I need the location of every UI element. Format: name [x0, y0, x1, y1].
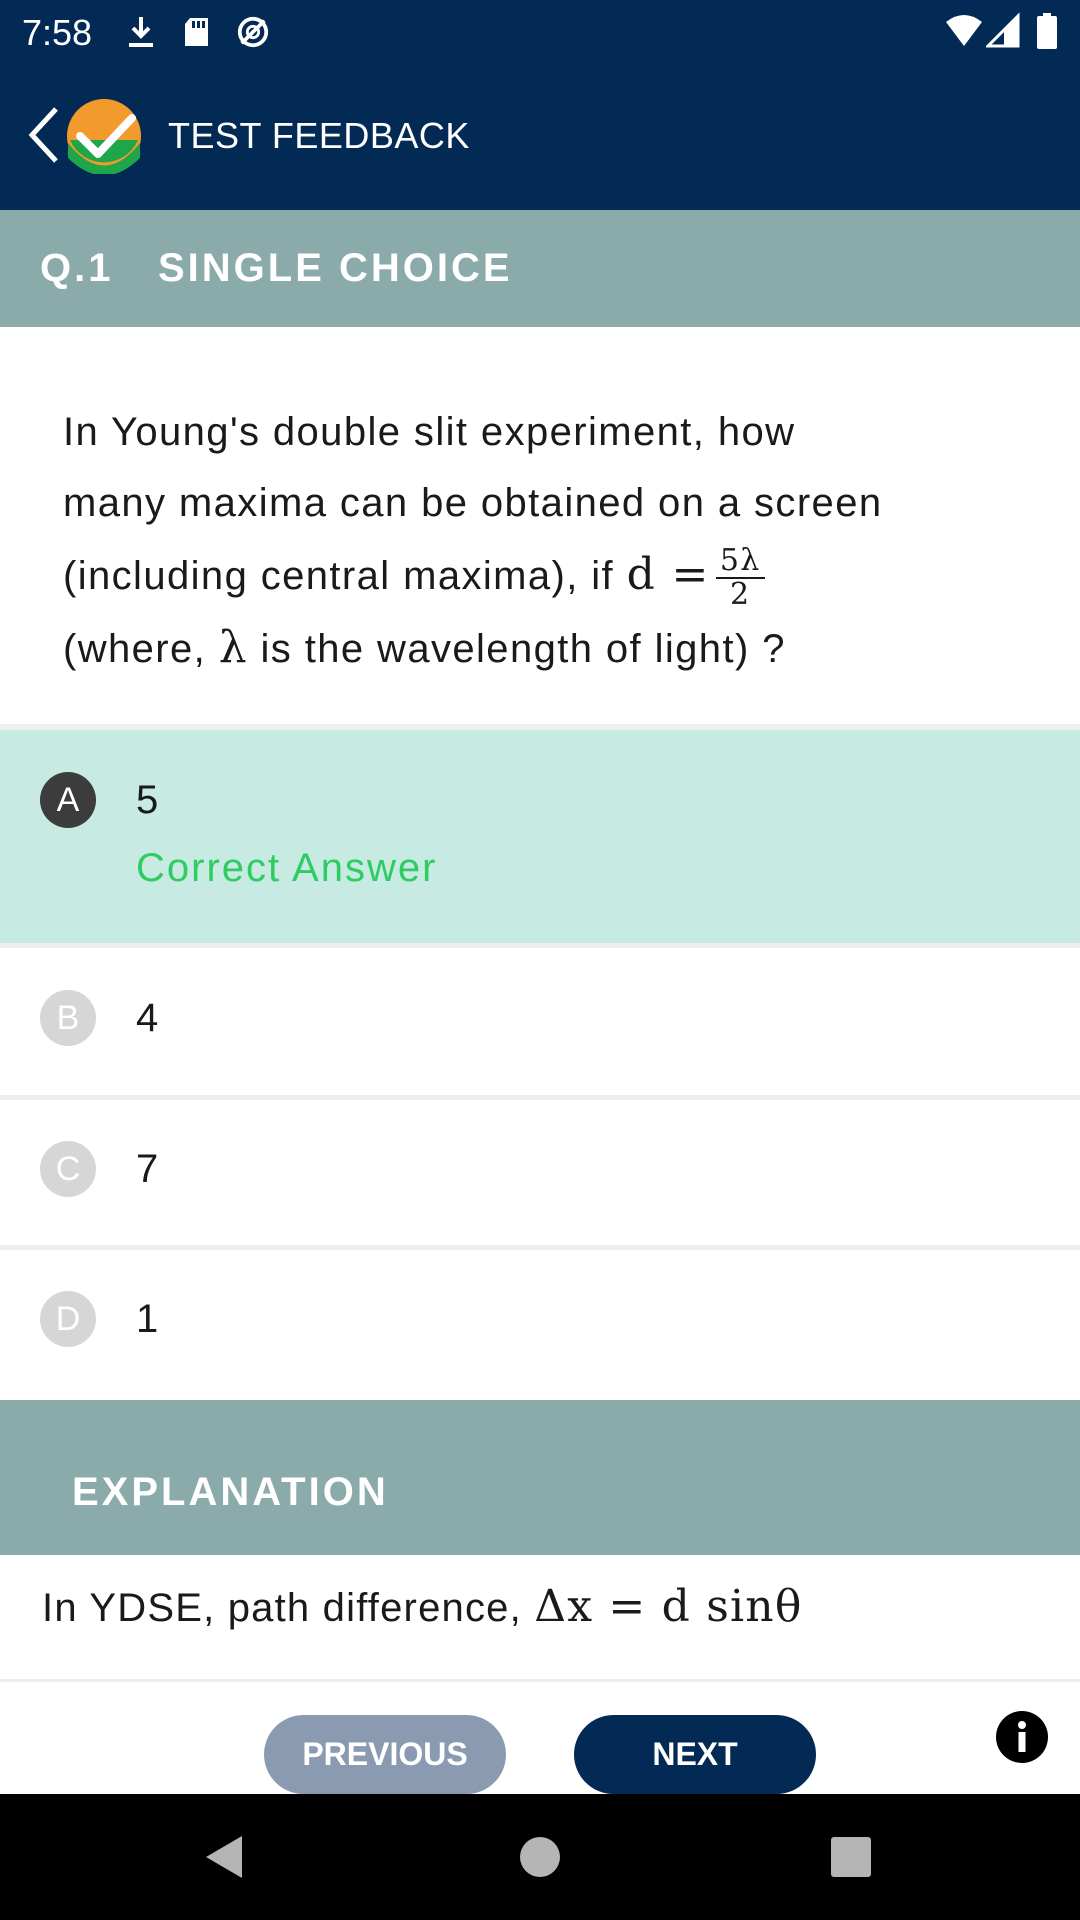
- system-navigation-bar: [0, 1794, 1080, 1920]
- fraction-numerator: 5λ: [715, 545, 765, 580]
- question-line-text: (including central maxima), if: [63, 554, 627, 598]
- question-type: SINGLE CHOICE: [158, 246, 513, 290]
- question-line-text: is the wavelength of light) ?: [248, 627, 786, 671]
- previous-button[interactable]: PREVIOUS: [264, 1715, 506, 1794]
- question-navigation: PREVIOUS NEXT: [0, 1685, 1080, 1794]
- math-fraction: 5λ 2: [715, 545, 765, 613]
- option-c[interactable]: C 7: [0, 1100, 1080, 1250]
- back-arrow-icon[interactable]: [24, 105, 64, 165]
- math-symbol: λ: [218, 622, 248, 673]
- question-header: Q.1 SINGLE CHOICE: [0, 210, 1080, 327]
- explanation-text: In YDSE, path difference, Δx = d sinθ: [42, 1581, 803, 1632]
- question-body: In Young's double slit experiment, how m…: [0, 327, 1080, 730]
- next-button[interactable]: NEXT: [574, 1715, 816, 1794]
- info-icon[interactable]: [996, 1711, 1048, 1763]
- option-value: 4: [136, 996, 159, 1040]
- option-letter-badge: D: [40, 1291, 96, 1347]
- option-letter-badge: C: [40, 1141, 96, 1197]
- question-line: In Young's double slit experiment, how: [63, 410, 796, 454]
- question-text: In Young's double slit experiment, how m…: [63, 397, 1023, 685]
- option-a[interactable]: A 5 Correct Answer: [0, 730, 1080, 948]
- question-line: (where, λ is the wavelength of light) ?: [63, 612, 1023, 685]
- option-b[interactable]: B 4: [0, 948, 1080, 1100]
- question-line: many maxima can be obtained on a screen: [63, 481, 883, 525]
- system-back-icon[interactable]: [200, 1832, 250, 1882]
- explanation-header: EXPLANATION: [0, 1400, 1080, 1555]
- option-d[interactable]: D 1: [0, 1250, 1080, 1400]
- battery-icon: [1037, 13, 1057, 49]
- option-value: 7: [136, 1147, 159, 1191]
- system-recents-icon[interactable]: [826, 1832, 876, 1882]
- question-line-text: (where,: [63, 627, 219, 671]
- fraction-denominator: 2: [730, 577, 751, 613]
- wifi-icon: [946, 15, 982, 46]
- question-number: Q.1: [40, 246, 114, 290]
- system-home-icon[interactable]: [515, 1832, 565, 1882]
- app-logo-icon: [67, 99, 141, 174]
- option-value: 1: [136, 1297, 159, 1341]
- correct-answer-label: Correct Answer: [136, 846, 438, 890]
- option-letter-badge: A: [40, 772, 96, 828]
- sync-icon: [237, 16, 269, 48]
- explanation-text-part: In YDSE, path difference,: [42, 1586, 535, 1630]
- math-expression: Δx = d sinθ: [534, 1581, 803, 1632]
- question-line: (including central maxima), if d = 5λ 2: [63, 539, 1023, 612]
- page-title: TEST FEEDBACK: [168, 115, 470, 156]
- status-bar: 7:58: [0, 0, 1080, 63]
- explanation-title: EXPLANATION: [72, 1470, 389, 1514]
- option-letter-badge: B: [40, 990, 96, 1046]
- signal-icon: [986, 12, 1020, 48]
- option-value: 5: [136, 778, 159, 822]
- explanation-body: In YDSE, path difference, Δx = d sinθ: [0, 1555, 1080, 1682]
- download-icon: [129, 17, 153, 47]
- status-time: 7:58: [22, 12, 93, 53]
- app-bar: TEST FEEDBACK: [0, 63, 1080, 210]
- sd-card-icon: [185, 18, 208, 46]
- math-expression: d =: [626, 549, 710, 600]
